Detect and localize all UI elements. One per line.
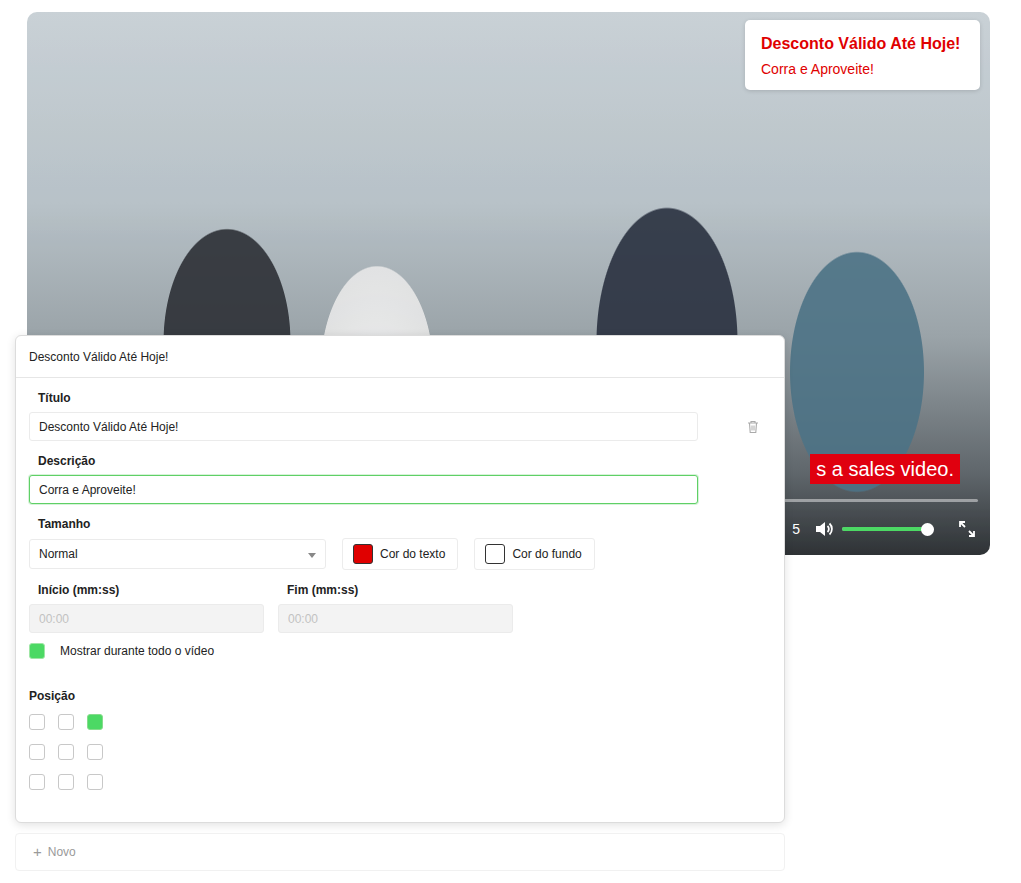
position-grid (29, 714, 771, 790)
cta-title: Desconto Válido Até Hoje! (761, 34, 964, 54)
whole-video-option[interactable]: Mostrar durante todo o vídeo (29, 642, 771, 660)
position-option[interactable] (58, 714, 74, 730)
volume-slider[interactable] (842, 527, 934, 531)
trash-icon[interactable] (747, 420, 759, 434)
end-input[interactable] (278, 604, 513, 633)
color-label: Cor do texto (380, 545, 445, 563)
color-swatch[interactable] (485, 544, 505, 564)
position-option[interactable] (29, 744, 45, 760)
position-option[interactable] (29, 714, 45, 730)
whole-video-label: Mostrar durante todo o vídeo (60, 642, 214, 660)
time-display: 5 (792, 519, 800, 540)
color-swatch[interactable] (353, 544, 373, 564)
start-label: Início (mm:ss) (29, 582, 264, 598)
position-option[interactable] (87, 714, 103, 730)
end-label: Fim (mm:ss) (278, 582, 513, 598)
color-button[interactable]: Cor do fundo (474, 538, 594, 570)
volume-icon[interactable] (814, 520, 834, 538)
cta-description: Corra e Aproveite! (761, 60, 964, 78)
panel-header[interactable]: Desconto Válido Até Hoje! (16, 336, 784, 378)
size-value: Normal (39, 545, 78, 563)
title-label: Título (29, 390, 771, 406)
volume-fill (842, 527, 927, 531)
title-input[interactable] (29, 412, 698, 441)
position-option[interactable] (29, 774, 45, 790)
position-option[interactable] (58, 744, 74, 760)
description-input[interactable] (29, 475, 698, 504)
start-input[interactable] (29, 604, 264, 633)
plus-icon: + (33, 841, 42, 864)
position-option[interactable] (58, 774, 74, 790)
fullscreen-icon[interactable] (958, 520, 976, 538)
position-option[interactable] (87, 774, 103, 790)
video-cta-overlay[interactable]: Desconto Válido Até Hoje! Corra e Aprove… (745, 20, 980, 90)
position-label: Posição (29, 688, 771, 704)
color-label: Cor do fundo (512, 545, 581, 563)
new-label: Novo (48, 843, 76, 861)
size-select[interactable]: Normal (29, 539, 326, 569)
whole-video-checkbox[interactable] (29, 643, 45, 659)
description-label: Descrição (29, 453, 771, 469)
page: Desconto Válido Até Hoje! Corra e Aprove… (0, 0, 1021, 883)
new-button[interactable]: + Novo (15, 833, 785, 871)
volume-knob[interactable] (921, 523, 934, 536)
dropdown-arrow-icon (308, 553, 316, 558)
cta-editor-panel: Desconto Válido Até Hoje! Título Descriç… (15, 335, 785, 823)
color-button[interactable]: Cor do texto (342, 538, 458, 570)
video-caption: s a sales video. (810, 454, 960, 484)
size-label: Tamanho (29, 516, 771, 532)
video-controls: 5 (792, 517, 976, 541)
position-option[interactable] (87, 744, 103, 760)
